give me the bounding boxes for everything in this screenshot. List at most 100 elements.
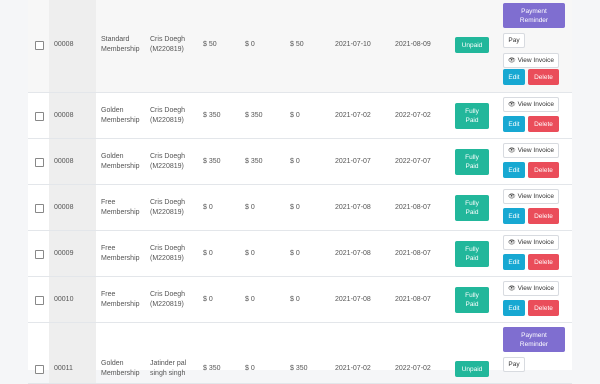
view-invoice-label: View Invoice — [517, 285, 554, 292]
start-date: 2021-07-08 — [335, 295, 371, 303]
table-row: 00011 Golden Membership Jatinder pal singh s… — [28, 323, 572, 384]
pay-button[interactable]: Pay — [503, 33, 525, 48]
start-date: 2021-07-02 — [335, 111, 371, 119]
start-date: 2021-07-08 — [335, 203, 371, 211]
row-checkbox[interactable] — [35, 111, 44, 121]
due-amount: $ 350 — [290, 365, 308, 372]
due-amount: $ 0 — [290, 203, 300, 211]
plan-name-line: Membership — [101, 208, 140, 216]
order-id: 00011 — [54, 365, 73, 372]
status-badge: Fully Paid — [455, 102, 489, 129]
plan-name-line: Golden — [101, 360, 124, 367]
member-name: Cris Doegh (M220819) — [150, 290, 185, 310]
due-amount: $ 0 — [290, 111, 300, 119]
id-cell — [49, 323, 96, 383]
eye-icon: 👁 — [508, 102, 516, 108]
view-invoice-button[interactable]: 👁 View Invoice — [503, 53, 559, 68]
member-name-line: Cris Doegh — [150, 152, 186, 160]
eye-icon: 👁 — [508, 194, 516, 200]
amount: $ 0 — [203, 249, 213, 257]
edit-button[interactable]: Edit — [503, 254, 525, 270]
order-id: 00010 — [54, 295, 74, 303]
plan-name-line: Free — [101, 290, 116, 298]
status-line: Fully — [465, 291, 479, 299]
delete-button[interactable]: Delete — [528, 116, 559, 132]
reminder-line: Reminder — [519, 16, 549, 24]
member-name-line: (M220819) — [150, 46, 184, 53]
view-invoice-label: View Invoice — [517, 101, 554, 108]
eye-icon: 👁 — [508, 148, 516, 154]
plan-name-line: Free — [101, 198, 116, 206]
end-date: 2021-08-07 — [395, 295, 431, 303]
view-invoice-button[interactable]: 👁 View Invoice — [503, 143, 559, 158]
plan-name: Standard Membership — [101, 35, 140, 55]
status-line: Paid — [465, 162, 479, 170]
status-badge: Fully Paid — [455, 286, 489, 313]
edit-button[interactable]: Edit — [503, 162, 525, 178]
edit-button[interactable]: Edit — [503, 208, 525, 224]
plan-name: Golden Membership — [101, 106, 140, 126]
view-invoice-button[interactable]: 👁 View Invoice — [503, 281, 559, 296]
row-checkbox[interactable] — [35, 41, 44, 50]
member-name-line: Cris Doegh — [150, 36, 186, 43]
plan-name-line: Golden — [101, 106, 124, 114]
view-invoice-button[interactable]: 👁 View Invoice — [503, 97, 559, 112]
start-date: 2021-07-10 — [335, 41, 371, 48]
reminder-line: Payment — [521, 331, 547, 339]
status-line: Paid — [465, 254, 479, 262]
end-date: 2021-08-07 — [395, 249, 431, 257]
plan-name-line: Standard — [101, 36, 130, 43]
paid-amount: $ 0 — [245, 41, 255, 48]
edit-button[interactable]: Edit — [503, 300, 525, 316]
delete-button[interactable]: Delete — [528, 208, 559, 224]
member-name-line: (M220819) — [150, 208, 184, 216]
view-invoice-label: View Invoice — [517, 147, 554, 154]
delete-button[interactable]: Delete — [528, 162, 559, 178]
status-badge: Fully Paid — [455, 240, 489, 267]
amount: $ 0 — [203, 295, 213, 303]
payment-reminder-button[interactable]: Payment Reminder — [503, 3, 565, 28]
plan-name: Free Membership — [101, 198, 140, 218]
paid-amount: $ 0 — [245, 249, 255, 257]
delete-button[interactable]: Delete — [528, 300, 559, 316]
subscriptions-table: 00008 Standard Membership Cris Doegh (M22081… — [28, 0, 572, 384]
table-row: 00008 Golden Membership Cris Doegh (M220819)… — [28, 93, 572, 139]
payment-reminder-button[interactable]: Payment Reminder — [503, 327, 565, 352]
due-amount: $ 0 — [290, 157, 300, 165]
status-line: Paid — [465, 300, 479, 308]
view-invoice-button[interactable]: 👁 View Invoice — [503, 235, 559, 250]
row-checkbox[interactable] — [35, 203, 44, 213]
end-date: 2021-08-07 — [395, 203, 431, 211]
row-checkbox[interactable] — [35, 295, 44, 305]
member-name-line: singh singh — [150, 370, 186, 377]
status-badge: Fully Paid — [455, 194, 489, 221]
row-checkbox[interactable] — [35, 249, 44, 259]
plan-name-line: Membership — [101, 46, 140, 53]
member-name: Cris Doegh (M220819) — [150, 106, 185, 126]
delete-button[interactable]: Delete — [528, 254, 559, 270]
paid-amount: $ 0 — [245, 365, 255, 372]
plan-name: Free Membership — [101, 244, 140, 264]
member-name-line: (M220819) — [150, 162, 184, 170]
edit-button[interactable]: Edit — [503, 69, 525, 85]
reminder-line: Payment — [521, 7, 547, 15]
order-id: 00008 — [54, 111, 74, 119]
paid-amount: $ 350 — [245, 111, 263, 119]
view-invoice-label: View Invoice — [517, 193, 554, 200]
member-name: Jatinder pal singh singh — [150, 359, 186, 379]
start-date: 2021-07-08 — [335, 249, 371, 257]
view-invoice-label: View Invoice — [517, 239, 554, 246]
plan-name: Golden Membership — [101, 152, 140, 172]
table-row: 00008 Golden Membership Cris Doegh (M220819)… — [28, 139, 572, 185]
plan-name-line: Membership — [101, 254, 140, 262]
status-line: Fully — [465, 245, 479, 253]
end-date: 2022-07-02 — [395, 111, 431, 119]
paid-amount: $ 0 — [245, 203, 255, 211]
plan-name-line: Golden — [101, 152, 124, 160]
delete-button[interactable]: Delete — [528, 69, 559, 85]
row-checkbox[interactable] — [35, 157, 44, 167]
view-invoice-button[interactable]: 👁 View Invoice — [503, 189, 559, 204]
reminder-line: Reminder — [519, 340, 549, 348]
status-line: Fully — [465, 107, 479, 115]
edit-button[interactable]: Edit — [503, 116, 525, 132]
